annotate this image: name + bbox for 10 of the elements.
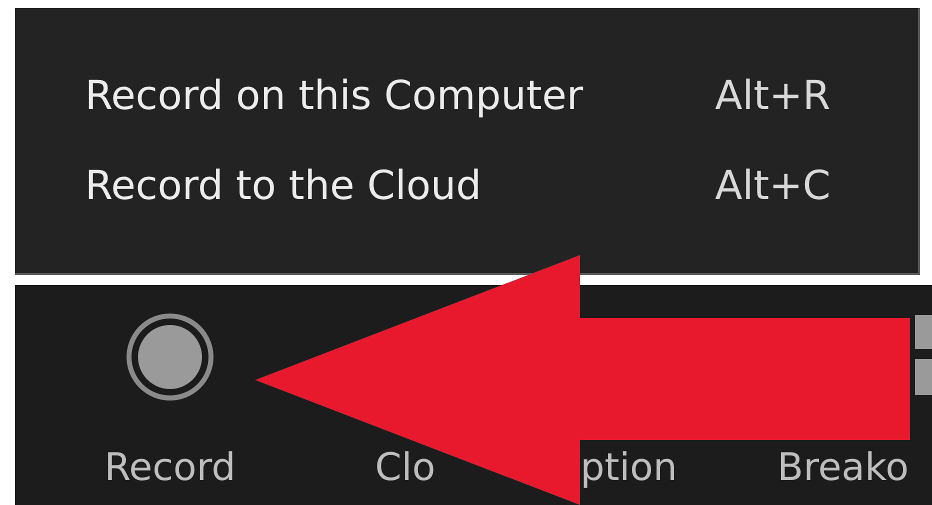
- toolbar-button-label[interactable]: Record: [104, 448, 236, 486]
- toolbar-button-label[interactable]: Breako: [777, 448, 909, 486]
- toolbar-button-label[interactable]: ption: [580, 448, 678, 486]
- menu-item[interactable]: Record to the Cloud: [85, 164, 715, 208]
- menu-item[interactable]: Record on this Computer: [85, 74, 715, 118]
- record-icon[interactable]: [126, 313, 214, 401]
- toolbar-button-label[interactable]: Clo: [375, 448, 436, 486]
- shortcut-label: Alt+R: [715, 74, 830, 118]
- shortcut-label: Alt+C: [715, 164, 831, 208]
- grid-icon[interactable]: [915, 313, 932, 397]
